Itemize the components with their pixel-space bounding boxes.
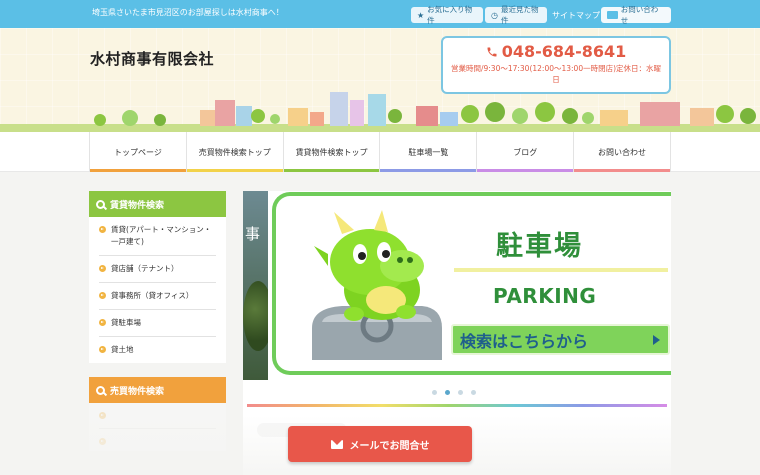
- sidebar-item-label: 貸店舗（テナント）: [111, 264, 179, 273]
- rental-search-title: 賃貸物件検索: [110, 200, 165, 211]
- arrow-circle-icon: [99, 265, 106, 272]
- search-icon: [96, 199, 105, 209]
- nav-bar: [90, 169, 186, 172]
- sitemap-link[interactable]: サイトマップ: [552, 10, 600, 21]
- sidebar-item-rental-store[interactable]: 貸店舗（テナント）: [99, 256, 216, 283]
- rental-search-heading: 賃貸物件検索: [89, 191, 226, 217]
- banner-search-label: 検索はこちらから: [460, 331, 589, 351]
- arrow-circle-icon: [99, 226, 106, 233]
- nav-item-sale-search[interactable]: 売買物件検索トップ: [185, 132, 283, 172]
- rainbow-divider: [247, 404, 667, 407]
- site-tagline: 埼玉県さいたま市見沼区のお部屋探しは水村商事へ！: [92, 8, 284, 17]
- favorites-button[interactable]: ★ お気に入り物件: [411, 5, 483, 25]
- nav-bar: [574, 169, 670, 172]
- favorites-label: お気に入り物件: [427, 5, 473, 25]
- play-arrow-icon: [653, 335, 660, 345]
- town-illustration: [0, 92, 760, 132]
- nav-item-blog[interactable]: ブログ: [476, 132, 574, 172]
- nav-items: トップページ 売買物件検索トップ 賃貸物件検索トップ 駐車場一覧 ブログ お問い…: [89, 132, 671, 172]
- sidebar-item-rental-office[interactable]: 貸事務所（貸オフィス）: [99, 283, 216, 310]
- sidebar-item-label: 貸事務所（貸オフィス）: [111, 291, 194, 300]
- recent-button[interactable]: ◷ 最近見た物件: [485, 5, 547, 25]
- header: 水村商事有限会社 048-684-8641 営業時間/9:30〜17:30(12…: [0, 28, 760, 132]
- banner-subtitle: PARKING: [493, 284, 597, 308]
- business-hours: 営業時間/9:30〜17:30(12:00〜13:00一時閉店)定休日：水曜日: [450, 64, 662, 84]
- company-logo[interactable]: 水村商事有限会社: [90, 48, 214, 69]
- slider-dot[interactable]: [458, 390, 463, 395]
- phone-text: 048-684-8641: [501, 42, 627, 61]
- banner-search-button[interactable]: 検索はこちらから: [451, 324, 670, 355]
- sidebar-item-rental-parking[interactable]: 貸駐車場: [99, 310, 216, 337]
- nav-item-top[interactable]: トップページ: [89, 132, 186, 172]
- phone-icon: [487, 47, 497, 56]
- tree-image: [243, 281, 268, 351]
- clock-icon: ◷: [491, 10, 498, 20]
- sidebar-item-rental-land[interactable]: 貸土地: [99, 337, 216, 363]
- mail-contact-button[interactable]: メールでお問合せ: [288, 426, 472, 462]
- mail-icon: [330, 439, 343, 449]
- rental-list: 賃貸(アパート・マンション・一戸建て) 貸店舗（テナント） 貸事務所（貸オフィス…: [89, 217, 226, 363]
- nav-label: ブログ: [513, 147, 538, 157]
- nav-item-contact[interactable]: お問い合わせ: [573, 132, 671, 172]
- nav-item-rental-search[interactable]: 賃貸物件検索トップ: [282, 132, 380, 172]
- slider-dot[interactable]: [445, 390, 450, 395]
- banner-title: 駐車場: [496, 231, 583, 262]
- star-icon: ★: [417, 10, 425, 20]
- nav-bar: [186, 169, 283, 172]
- arrow-circle-icon: [99, 346, 106, 353]
- top-contact-button[interactable]: お問い合わせ: [601, 5, 671, 25]
- sidebar-item-label: 賃貸(アパート・マンション・一戸建て): [111, 225, 212, 246]
- mail-icon: [607, 11, 618, 19]
- arrow-circle-icon: [99, 292, 106, 299]
- top-contact-label: お問い合わせ: [620, 5, 659, 25]
- sidebar-item-rental-housing[interactable]: 賃貸(アパート・マンション・一戸建て): [99, 217, 216, 256]
- dragon-mascot-icon: [312, 210, 442, 360]
- slider-dots: [432, 390, 476, 395]
- nav-item-parking[interactable]: 駐車場一覧: [379, 132, 477, 172]
- sale-search-heading: 売買物件検索: [89, 377, 226, 403]
- previous-slide-peek[interactable]: 事: [243, 191, 268, 380]
- global-nav: トップページ 売買物件検索トップ 賃貸物件検索トップ 駐車場一覧 ブログ お問い…: [0, 132, 760, 172]
- phone-box: 048-684-8641 営業時間/9:30〜17:30(12:00〜13:00…: [441, 36, 671, 94]
- slider-dot[interactable]: [432, 390, 437, 395]
- recent-label: 最近見た物件: [500, 5, 539, 25]
- nav-label: 売買物件検索トップ: [198, 147, 271, 157]
- nav-bar: [283, 169, 380, 172]
- nav-label: トップページ: [113, 147, 162, 157]
- nav-label: 駐車場一覧: [408, 147, 449, 157]
- nav-bar: [380, 169, 477, 172]
- arrow-circle-icon: [99, 319, 106, 326]
- nav-bar: [477, 169, 574, 172]
- previous-slide-text: 事: [245, 225, 261, 243]
- top-bar: 埼玉県さいたま市見沼区のお部屋探しは水村商事へ！ ★ お気に入り物件 ◷ 最近見…: [0, 0, 760, 28]
- parking-banner[interactable]: 駐車場 PARKING 検索はこちらから: [272, 192, 671, 375]
- sidebar-item-label: 貸駐車場: [111, 318, 141, 327]
- nav-label: お問い合わせ: [598, 147, 647, 157]
- banner-separator: [454, 268, 668, 272]
- nav-label: 賃貸物件検索トップ: [295, 147, 368, 157]
- phone-number[interactable]: 048-684-8641: [443, 42, 669, 61]
- sale-search-title: 売買物件検索: [110, 386, 165, 397]
- slider-dot[interactable]: [471, 390, 476, 395]
- search-icon: [96, 385, 105, 395]
- mail-contact-label: メールでお問合せ: [349, 440, 430, 452]
- sidebar-item-label: 貸土地: [111, 345, 134, 354]
- sidebar: 賃貸物件検索 賃貸(アパート・マンション・一戸建て) 貸店舗（テナント） 貸事務…: [89, 191, 226, 451]
